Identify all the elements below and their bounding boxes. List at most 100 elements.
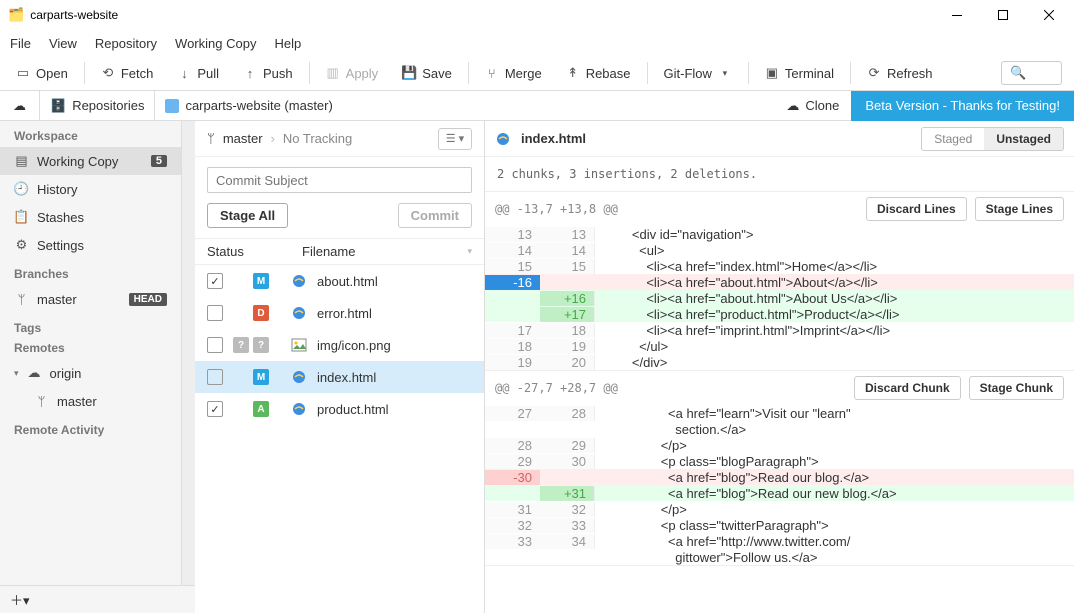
diff-line[interactable]: +16 <li><a href="about.html">About Us</a… <box>485 290 1074 306</box>
sidebar-section-remotes: Remotes <box>0 339 181 359</box>
menu-help[interactable]: Help <box>274 36 301 51</box>
diff-line[interactable]: 3334 <a href="http://www.twitter.com/ <box>485 533 1074 549</box>
gitflow-button[interactable]: Git-Flow▾ <box>654 59 742 87</box>
sidebar-item-history[interactable]: 🕘History <box>0 175 181 203</box>
fetch-button[interactable]: ⟲Fetch <box>91 59 164 87</box>
branch-icon: ᛘ <box>34 394 49 409</box>
cloud-button[interactable]: ☁ <box>0 91 40 121</box>
chevron-down-icon: ▾ <box>718 66 732 80</box>
diff-line[interactable]: 1313 <div id="navigation"> <box>485 226 1074 242</box>
apply-button[interactable]: ▥Apply <box>316 59 389 87</box>
sidebar-item-settings[interactable]: ⚙Settings <box>0 231 181 259</box>
file-row[interactable]: ??img/icon.png <box>195 329 484 361</box>
clone-button[interactable]: ☁Clone <box>774 91 851 121</box>
diff-line[interactable]: 1414 <ul> <box>485 242 1074 258</box>
stage-checkbox[interactable] <box>207 369 223 385</box>
titlebar: 🗂️ carparts-website <box>0 0 1074 30</box>
sidebar-remote-origin[interactable]: ▾☁origin <box>0 359 181 387</box>
file-name: index.html <box>317 370 376 385</box>
cloud-download-icon: ☁ <box>786 98 799 114</box>
minimize-button[interactable] <box>934 0 980 30</box>
unstaged-tab[interactable]: Unstaged <box>984 128 1063 150</box>
diff-line[interactable]: +17 <li><a href="product.html">Product</… <box>485 306 1074 322</box>
branch-icon: ᛘ <box>207 131 215 146</box>
diff-line[interactable]: -30 <a href="blog">Read our blog.</a> <box>485 469 1074 485</box>
diff-line[interactable]: 2728 <a href="learn">Visit our "learn" <box>485 405 1074 421</box>
head-badge: HEAD <box>129 293 167 306</box>
pull-button[interactable]: ↓Pull <box>167 59 229 87</box>
add-button[interactable]: ＋▾ <box>10 590 30 609</box>
file-row[interactable]: Mindex.html <box>195 361 484 393</box>
diff-line[interactable]: gittower">Follow us.</a> <box>485 549 1074 565</box>
discard-lines-button[interactable]: Discard Lines <box>866 197 967 221</box>
disclosure-icon: ▾ <box>14 368 19 379</box>
sidebar-item-working-copy[interactable]: ▤ Working Copy 5 <box>0 147 181 175</box>
diff-line[interactable]: 1718 <li><a href="imprint.html">Imprint<… <box>485 322 1074 338</box>
repositories-button[interactable]: 🗄️Repositories <box>40 91 155 121</box>
diff-line[interactable]: 1819 </ul> <box>485 338 1074 354</box>
sort-icon[interactable]: ▾ <box>467 246 472 257</box>
menu-file[interactable]: File <box>10 36 31 51</box>
hunk-1: @@ -13,7 +13,8 @@ Discard Lines Stage Li… <box>485 192 1074 371</box>
diff-line[interactable]: 2829 </p> <box>485 437 1074 453</box>
file-row[interactable]: Derror.html <box>195 297 484 329</box>
save-button[interactable]: 💾Save <box>392 59 462 87</box>
file-name: error.html <box>317 306 372 321</box>
sidebar-branch-master[interactable]: ᛘmasterHEAD <box>0 285 181 313</box>
rebase-button[interactable]: ↟Rebase <box>556 59 641 87</box>
stage-lines-button[interactable]: Stage Lines <box>975 197 1064 221</box>
branch-path[interactable]: ᛘmaster›No Tracking <box>207 131 430 146</box>
file-type-icon <box>291 337 307 353</box>
menubar: File View Repository Working Copy Help <box>0 30 1074 56</box>
sidebar-remote-branch[interactable]: ᛘmaster <box>0 387 181 415</box>
terminal-button[interactable]: ▣Terminal <box>755 59 844 87</box>
diff-line[interactable]: 1515 <li><a href="index.html">Home</a></… <box>485 258 1074 274</box>
menu-repository[interactable]: Repository <box>95 36 157 51</box>
merge-button[interactable]: ⑂Merge <box>475 59 552 87</box>
commit-subject-input[interactable] <box>207 167 472 193</box>
view-options-button[interactable]: ☰ ▾ <box>438 128 472 150</box>
stage-all-button[interactable]: Stage All <box>207 203 288 228</box>
stage-chunk-button[interactable]: Stage Chunk <box>969 376 1064 400</box>
diff-line[interactable]: +31 <a href="blog">Read our new blog.</a… <box>485 485 1074 501</box>
fetch-icon: ⟲ <box>101 66 115 80</box>
diff-line[interactable]: -16 <li><a href="about.html">About</a></… <box>485 274 1074 290</box>
rebase-icon: ↟ <box>566 66 580 80</box>
diff-summary: 2 chunks, 3 insertions, 2 deletions. <box>485 157 1074 192</box>
stage-checkbox[interactable]: ✓ <box>207 273 223 289</box>
diff-line[interactable]: 1920 </div> <box>485 354 1074 370</box>
stage-checkbox[interactable] <box>207 305 223 321</box>
close-button[interactable] <box>1026 0 1072 30</box>
stage-toggle[interactable]: Staged Unstaged <box>921 127 1064 151</box>
discard-chunk-button[interactable]: Discard Chunk <box>854 376 961 400</box>
commit-button[interactable]: Commit <box>398 203 472 228</box>
open-button[interactable]: ▭Open <box>6 59 78 87</box>
menu-working-copy[interactable]: Working Copy <box>175 36 256 51</box>
search-icon: 🔍 <box>1010 65 1026 81</box>
diff-line[interactable]: 2930 <p class="blogParagraph"> <box>485 453 1074 469</box>
breadcrumb[interactable]: carparts-website (master) <box>155 91 342 121</box>
gear-icon: ⚙ <box>14 238 29 253</box>
folder-icon <box>165 99 179 113</box>
push-button[interactable]: ↑Push <box>233 59 303 87</box>
sidebar-item-stashes[interactable]: 📋Stashes <box>0 203 181 231</box>
maximize-button[interactable] <box>980 0 1026 30</box>
stage-checkbox[interactable]: ✓ <box>207 401 223 417</box>
file-type-icon <box>291 305 307 321</box>
file-row[interactable]: ✓Mabout.html <box>195 265 484 297</box>
open-icon: ▭ <box>16 66 30 80</box>
navbar: ☁ 🗄️Repositories carparts-website (maste… <box>0 91 1074 121</box>
terminal-icon: ▣ <box>765 66 779 80</box>
diff-line[interactable]: 3132 </p> <box>485 501 1074 517</box>
file-row[interactable]: ✓Aproduct.html <box>195 393 484 425</box>
sidebar-section-branches: Branches <box>0 259 181 285</box>
search-input[interactable]: 🔍 <box>1001 61 1062 85</box>
sidebar-scrollbar[interactable] <box>181 121 195 585</box>
diff-line[interactable]: section.</a> <box>485 421 1074 437</box>
menu-view[interactable]: View <box>49 36 77 51</box>
staged-tab[interactable]: Staged <box>922 128 984 150</box>
refresh-button[interactable]: ⟳Refresh <box>857 59 943 87</box>
diff-line[interactable]: 3233 <p class="twitterParagraph"> <box>485 517 1074 533</box>
stage-checkbox[interactable] <box>207 337 223 353</box>
drawer-icon: 🗄️ <box>50 98 66 114</box>
